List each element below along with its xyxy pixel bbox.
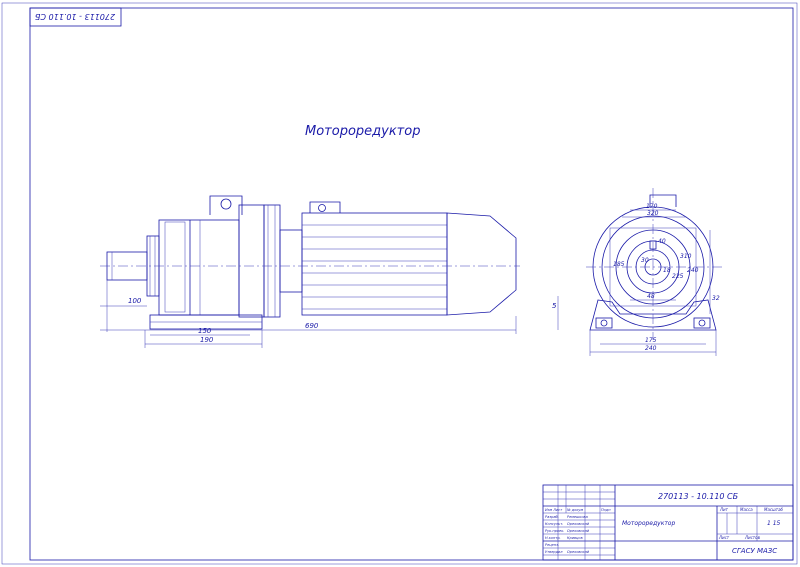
- row-sign: Подп: [601, 508, 611, 512]
- dim-240: 240: [687, 267, 699, 274]
- drawing-sheet: 270113 - 10.110 СБ Мотороредуктор 100 69…: [0, 0, 800, 567]
- row-role: Разраб.: [545, 515, 559, 519]
- dim-5: 5: [552, 302, 557, 310]
- col-mass: Масса: [740, 507, 753, 512]
- dim-100: 100: [128, 297, 142, 305]
- dim-690: 690: [305, 322, 319, 330]
- dim-18: 18: [663, 267, 671, 274]
- dim-240-base: 240: [645, 345, 657, 352]
- row-role: Консульт.: [545, 522, 563, 526]
- dim-40: 40: [658, 238, 666, 245]
- dim-190: 190: [200, 336, 214, 344]
- row-name: Кривцов: [567, 536, 583, 540]
- row-name: Ореховский: [567, 529, 590, 533]
- dim-320: 320: [647, 210, 659, 217]
- dim-175: 175: [645, 337, 657, 344]
- row-role: Утвердил: [545, 550, 563, 554]
- col-scale: Масштаб: [764, 507, 784, 512]
- dim-30: 30: [641, 257, 649, 264]
- title-block-name: Мотороредуктор: [622, 520, 675, 527]
- gearbox-body: [158, 219, 240, 316]
- dim-150: 150: [198, 327, 212, 335]
- row-name: № докум: [566, 508, 583, 512]
- outer-frame: [1, 2, 798, 565]
- dim-32: 32: [712, 295, 720, 302]
- row-name: Ореховский: [567, 522, 590, 526]
- technical-drawing: 270113 - 10.110 СБ Мотороредуктор 100 69…: [1, 2, 798, 565]
- title-block: 270113 - 10.110 СБ Мотороредуктор Лит Ма…: [542, 484, 794, 561]
- col-sheet: Лист: [718, 535, 730, 540]
- dim-48: 48: [647, 293, 655, 300]
- row-role: Реценз.: [545, 543, 559, 547]
- title-block-designation: 270113 - 10.110 СБ: [658, 492, 739, 501]
- fan-cover: [446, 212, 517, 316]
- motor-lug: [309, 201, 341, 213]
- row-role: Н.контр.: [545, 536, 561, 540]
- side-view: 100 690 150 190: [100, 195, 520, 348]
- gear-stage: [238, 204, 265, 318]
- dim-225: 225: [672, 273, 684, 280]
- col-lit: Лит: [719, 507, 729, 512]
- front-view: 170 320 40 185 310 225 240 30 18 48 32 5…: [552, 188, 722, 356]
- row-role: Изм Лист: [545, 508, 563, 512]
- dim-310: 310: [680, 253, 692, 260]
- row-role: Рук.проек.: [545, 529, 564, 533]
- sheet-info: 1 15: [767, 520, 781, 527]
- adapter-flange: [263, 204, 281, 318]
- row-name: Ореховский: [567, 550, 590, 554]
- dim-170: 170: [646, 203, 658, 210]
- organization: СГАСУ МАЗС: [732, 547, 777, 555]
- row-name: Ремешкова: [567, 515, 588, 519]
- inner-frame: [29, 7, 794, 561]
- col-sheets: Листов: [744, 535, 761, 540]
- dim-185: 185: [613, 261, 625, 268]
- motor-body: [301, 212, 448, 316]
- drawing-title: Мотороредуктор: [305, 124, 420, 139]
- corner-code: 270113 - 10.110 СБ: [34, 12, 115, 21]
